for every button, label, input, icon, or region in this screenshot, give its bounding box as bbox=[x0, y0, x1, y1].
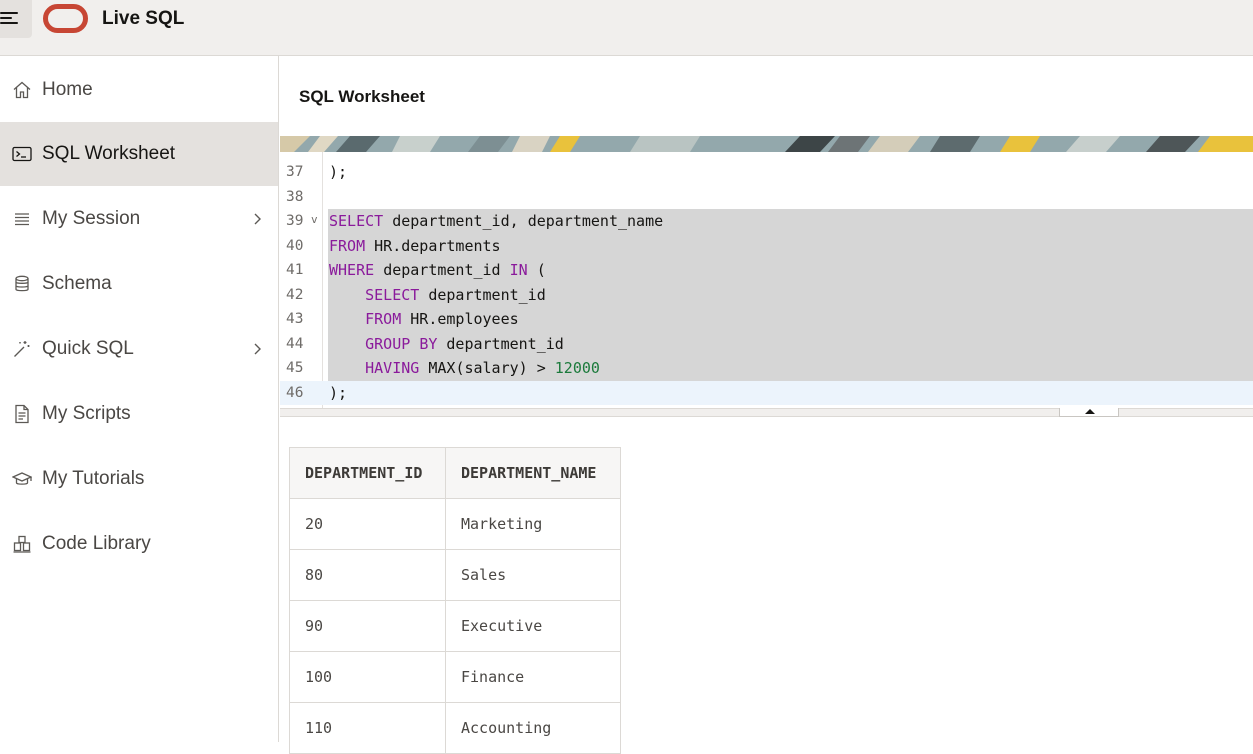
chevron-right-icon bbox=[250, 212, 264, 226]
library-icon bbox=[11, 533, 33, 555]
document-icon bbox=[11, 403, 33, 425]
sidebar-item-my-tutorials[interactable]: My Tutorials bbox=[0, 447, 278, 511]
table-cell: 110 bbox=[289, 702, 446, 754]
sidebar-item-label: My Tutorials bbox=[42, 468, 145, 489]
line-number: 38 bbox=[286, 188, 304, 205]
sidebar-item-label: My Session bbox=[42, 208, 141, 229]
sidebar: Home SQL Worksheet My Session Schema Qui… bbox=[0, 56, 279, 742]
table-row: 110 Accounting bbox=[289, 702, 621, 754]
code-text: ); bbox=[329, 163, 348, 181]
code-text: HAVING MAX(salary) > 12000 bbox=[365, 359, 600, 377]
column-header[interactable]: DEPARTMENT_ID bbox=[289, 447, 446, 499]
sidebar-item-home[interactable]: Home bbox=[0, 58, 278, 122]
list-icon bbox=[11, 208, 33, 230]
oracle-logo[interactable] bbox=[43, 4, 88, 33]
table-cell: Sales bbox=[445, 549, 621, 601]
sidebar-item-my-session[interactable]: My Session bbox=[0, 187, 278, 251]
code-text: SELECT department_id, department_name bbox=[329, 212, 664, 230]
sidebar-item-label: Home bbox=[42, 79, 93, 100]
line-number: 39 bbox=[286, 213, 304, 229]
table-row: 20 Marketing bbox=[289, 498, 621, 550]
code-line: 40 FROM HR.departments bbox=[280, 234, 1253, 259]
sidebar-item-label: My Scripts bbox=[42, 403, 131, 424]
decorative-banner bbox=[280, 136, 1253, 152]
main-content: SQL Worksheet 37); 38 39 v SELECT depar… bbox=[280, 56, 1253, 754]
sidebar-item-quick-sql[interactable]: Quick SQL bbox=[0, 317, 278, 381]
pane-splitter[interactable] bbox=[280, 408, 1253, 417]
code-line: 43 FROM HR.employees bbox=[280, 307, 1253, 332]
fold-chevron-icon[interactable]: v bbox=[311, 213, 318, 226]
page-title: SQL Worksheet bbox=[299, 87, 425, 106]
sidebar-item-my-scripts[interactable]: My Scripts bbox=[0, 382, 278, 446]
code-line: 38 bbox=[280, 185, 1253, 210]
line-number: 45 bbox=[286, 360, 304, 376]
code-text: FROM HR.employees bbox=[365, 310, 519, 328]
code-line: 39 v SELECT department_id, department_na… bbox=[280, 209, 1253, 234]
top-bar: Live SQL bbox=[0, 0, 1253, 56]
sidebar-item-label: Code Library bbox=[42, 533, 151, 554]
line-number: 43 bbox=[286, 311, 304, 327]
sidebar-item-code-library[interactable]: Code Library bbox=[0, 512, 278, 576]
code-text: ); bbox=[329, 383, 348, 402]
magic-wand-icon bbox=[11, 338, 33, 360]
home-icon bbox=[11, 79, 33, 101]
table-row: 90 Executive bbox=[289, 600, 621, 652]
terminal-icon bbox=[11, 143, 33, 165]
table-cell: 20 bbox=[289, 498, 446, 550]
code-text: WHERE department_id IN ( bbox=[329, 261, 546, 279]
line-number: 44 bbox=[286, 335, 304, 352]
menu-icon[interactable] bbox=[0, 0, 32, 38]
results-table: DEPARTMENT_ID DEPARTMENT_NAME 20 Marketi… bbox=[289, 447, 621, 754]
chevron-right-icon bbox=[250, 342, 264, 356]
column-header[interactable]: DEPARTMENT_NAME bbox=[445, 447, 621, 499]
sidebar-item-label: Quick SQL bbox=[42, 338, 134, 359]
line-number: 42 bbox=[286, 286, 304, 303]
code-line: 45 HAVING MAX(salary) > 12000 bbox=[280, 356, 1253, 381]
database-icon bbox=[11, 273, 33, 295]
sidebar-item-label: SQL Worksheet bbox=[42, 143, 176, 164]
code-text: SELECT department_id bbox=[365, 285, 546, 304]
code-line: 37 ); bbox=[280, 160, 1253, 185]
sidebar-item-label: Schema bbox=[42, 273, 112, 294]
code-text: FROM HR.departments bbox=[329, 236, 501, 255]
sidebar-item-schema[interactable]: Schema bbox=[0, 252, 278, 316]
app-title: Live SQL bbox=[102, 8, 185, 29]
table-cell: 90 bbox=[289, 600, 446, 652]
table-cell: Executive bbox=[445, 600, 621, 652]
sidebar-item-sql-worksheet[interactable]: SQL Worksheet bbox=[0, 122, 278, 186]
code-text: GROUP BY department_id bbox=[365, 334, 564, 353]
line-number: 37 bbox=[286, 164, 304, 180]
collapse-handle[interactable] bbox=[1059, 408, 1119, 417]
code-line: 41 WHERE department_id IN ( bbox=[280, 258, 1253, 283]
graduation-cap-icon bbox=[11, 468, 33, 490]
table-cell: Finance bbox=[445, 651, 621, 703]
code-line: 46 ); bbox=[280, 381, 1253, 406]
sql-editor[interactable]: 37 ); 38 39 v SELECT department_id, depa… bbox=[280, 152, 1253, 408]
table-cell: Marketing bbox=[445, 498, 621, 550]
table-cell: Accounting bbox=[445, 702, 621, 754]
line-number: 41 bbox=[286, 262, 304, 278]
table-row: 80 Sales bbox=[289, 549, 621, 601]
line-number: 40 bbox=[286, 237, 304, 254]
line-number: 46 bbox=[286, 384, 304, 401]
code-line: 44 GROUP BY department_id bbox=[280, 332, 1253, 357]
code-line: 42 SELECT department_id bbox=[280, 283, 1253, 308]
table-header-row: DEPARTMENT_ID DEPARTMENT_NAME bbox=[289, 447, 621, 499]
table-row: 100 Finance bbox=[289, 651, 621, 703]
table-cell: 100 bbox=[289, 651, 446, 703]
table-cell: 80 bbox=[289, 549, 446, 601]
